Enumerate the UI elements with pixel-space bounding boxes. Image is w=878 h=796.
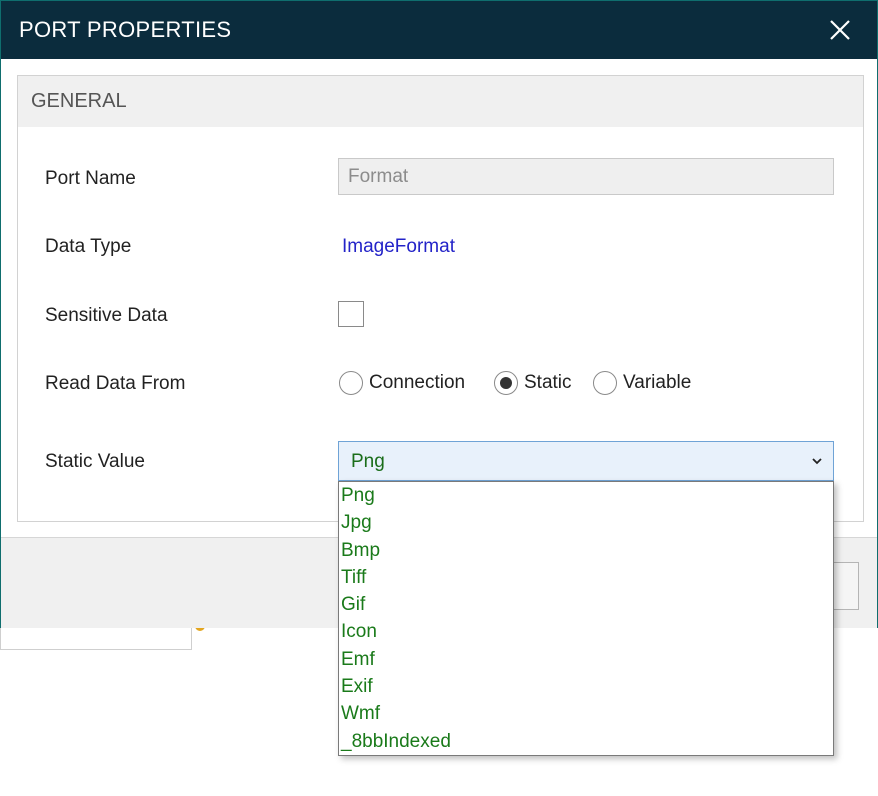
dialog-titlebar: PORT PROPERTIES	[1, 1, 877, 59]
dropdown-option-jpg[interactable]: Jpg	[339, 509, 833, 536]
radio-label: Connection	[369, 372, 466, 393]
close-button[interactable]	[823, 13, 857, 47]
sensitive-data-label: Sensitive Data	[45, 305, 168, 326]
static-value-selected: Png	[351, 451, 385, 472]
static-value-label: Static Value	[45, 451, 145, 472]
radio-circle	[339, 371, 363, 395]
radio-circle	[593, 371, 617, 395]
chevron-down-icon	[812, 458, 822, 465]
dropdown-option-8bbindexed[interactable]: _8bbIndexed	[339, 728, 833, 755]
dropdown-option-exif[interactable]: Exif	[339, 673, 833, 700]
dropdown-option-icon[interactable]: Icon	[339, 618, 833, 645]
static-value-select[interactable]: Png	[338, 441, 834, 481]
static-value-dropdown-list: Png Jpg Bmp Tiff Gif Icon Emf Exif Wmf _…	[338, 481, 834, 756]
dropdown-option-bmp[interactable]: Bmp	[339, 537, 833, 564]
port-name-value: Format	[348, 166, 409, 187]
group-title: GENERAL	[31, 90, 127, 112]
data-type-value: ImageFormat	[342, 236, 455, 257]
dropdown-option-gif[interactable]: Gif	[339, 591, 833, 618]
port-name-label: Port Name	[45, 168, 136, 189]
radio-label: Variable	[623, 372, 692, 393]
dropdown-option-png[interactable]: Png	[339, 482, 833, 509]
radio-selected-dot	[500, 377, 512, 389]
sensitive-data-checkbox[interactable]	[338, 301, 364, 327]
dropdown-option-tiff[interactable]: Tiff	[339, 564, 833, 591]
data-type-label: Data Type	[45, 236, 132, 257]
radio-circle	[494, 371, 518, 395]
read-data-from-label: Read Data From	[45, 373, 186, 394]
group-header: GENERAL	[18, 76, 863, 127]
dropdown-option-emf[interactable]: Emf	[339, 646, 833, 673]
port-name-field: Format	[338, 158, 834, 195]
radio-label: Static	[524, 372, 572, 393]
dialog-title: PORT PROPERTIES	[19, 17, 232, 42]
dropdown-option-wmf[interactable]: Wmf	[339, 700, 833, 727]
close-icon	[830, 20, 850, 40]
